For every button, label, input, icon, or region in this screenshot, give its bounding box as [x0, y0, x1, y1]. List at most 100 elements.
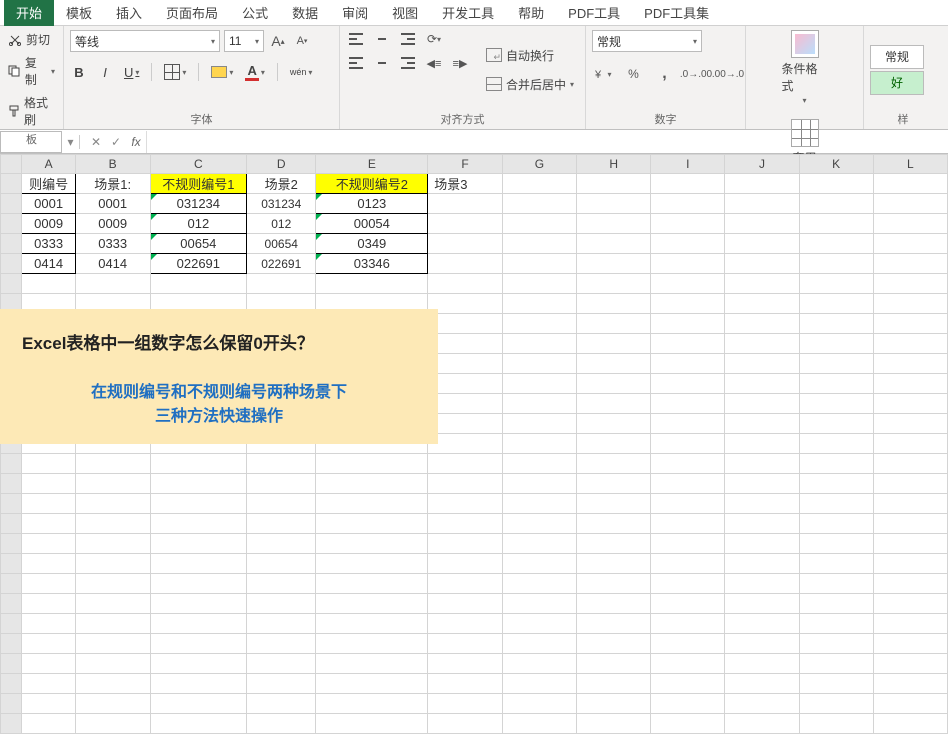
- cell[interactable]: [651, 354, 725, 374]
- cell[interactable]: [873, 714, 947, 734]
- cell[interactable]: [799, 214, 873, 234]
- cell[interactable]: 场景1:: [75, 174, 150, 194]
- row-header[interactable]: [1, 514, 22, 534]
- cell[interactable]: [150, 534, 247, 554]
- cell[interactable]: [247, 534, 316, 554]
- cell[interactable]: [22, 614, 75, 634]
- cell[interactable]: [799, 274, 873, 294]
- cell[interactable]: [651, 394, 725, 414]
- cell[interactable]: [150, 714, 247, 734]
- cell[interactable]: [75, 714, 150, 734]
- cell[interactable]: [725, 494, 799, 514]
- cell[interactable]: [22, 634, 75, 654]
- cell[interactable]: [651, 294, 725, 314]
- tab-insert[interactable]: 插入: [104, 0, 154, 26]
- cell[interactable]: [502, 614, 576, 634]
- cell[interactable]: [577, 394, 651, 414]
- fx-label[interactable]: fx: [126, 135, 146, 149]
- row-header[interactable]: [1, 714, 22, 734]
- cell[interactable]: [428, 614, 503, 634]
- cell[interactable]: [873, 254, 947, 274]
- cell[interactable]: [428, 634, 503, 654]
- increase-font-icon[interactable]: A▴: [268, 31, 288, 51]
- col-header-I[interactable]: I: [651, 155, 725, 174]
- cell[interactable]: [502, 354, 576, 374]
- cell[interactable]: [577, 234, 651, 254]
- cell[interactable]: [725, 454, 799, 474]
- cell[interactable]: [247, 454, 316, 474]
- cell[interactable]: [75, 594, 150, 614]
- cell[interactable]: [22, 494, 75, 514]
- cell[interactable]: 012: [247, 214, 316, 234]
- comma-button[interactable]: ,: [654, 64, 675, 84]
- cell[interactable]: [577, 714, 651, 734]
- cell[interactable]: [873, 174, 947, 194]
- cell[interactable]: [502, 234, 576, 254]
- cell[interactable]: [577, 334, 651, 354]
- name-box-drop[interactable]: ▾: [66, 135, 80, 149]
- cell[interactable]: [577, 694, 651, 714]
- decrease-indent-button[interactable]: ◀≡: [424, 54, 444, 72]
- cell[interactable]: [150, 514, 247, 534]
- cell[interactable]: [799, 694, 873, 714]
- cell[interactable]: [316, 534, 428, 554]
- cell[interactable]: [502, 194, 576, 214]
- cell[interactable]: [75, 274, 150, 294]
- cell[interactable]: [22, 694, 75, 714]
- cell[interactable]: [502, 454, 576, 474]
- cell[interactable]: [150, 454, 247, 474]
- cell[interactable]: [799, 534, 873, 554]
- cell[interactable]: [502, 174, 576, 194]
- cell[interactable]: [799, 634, 873, 654]
- cell[interactable]: [502, 414, 576, 434]
- align-middle-button[interactable]: [372, 30, 392, 48]
- align-top-button[interactable]: [346, 30, 366, 48]
- cell[interactable]: [577, 374, 651, 394]
- cell[interactable]: [651, 494, 725, 514]
- cell[interactable]: [799, 594, 873, 614]
- cell[interactable]: [799, 234, 873, 254]
- cell[interactable]: [725, 214, 799, 234]
- cell[interactable]: [502, 494, 576, 514]
- cell[interactable]: 0333: [22, 234, 75, 254]
- cell[interactable]: [150, 574, 247, 594]
- col-header-K[interactable]: K: [799, 155, 873, 174]
- cell[interactable]: 0009: [75, 214, 150, 234]
- cell[interactable]: [577, 174, 651, 194]
- cell[interactable]: [22, 594, 75, 614]
- cell[interactable]: [316, 634, 428, 654]
- cell[interactable]: [651, 634, 725, 654]
- cell[interactable]: [873, 274, 947, 294]
- cell[interactable]: 0001: [22, 194, 75, 214]
- cell[interactable]: [428, 274, 503, 294]
- cell[interactable]: [725, 694, 799, 714]
- cell[interactable]: [247, 274, 316, 294]
- cell[interactable]: [725, 534, 799, 554]
- cell[interactable]: [247, 574, 316, 594]
- cell[interactable]: [316, 274, 428, 294]
- cell[interactable]: [725, 374, 799, 394]
- cell[interactable]: 022691: [150, 254, 247, 274]
- cell[interactable]: [725, 574, 799, 594]
- cell[interactable]: 00654: [150, 234, 247, 254]
- cell[interactable]: [577, 534, 651, 554]
- cell[interactable]: [799, 174, 873, 194]
- cell[interactable]: [651, 574, 725, 594]
- cell[interactable]: [22, 714, 75, 734]
- cell[interactable]: [75, 534, 150, 554]
- cell[interactable]: [316, 554, 428, 574]
- cell[interactable]: [651, 234, 725, 254]
- cell[interactable]: [502, 514, 576, 534]
- cell[interactable]: [577, 454, 651, 474]
- cell[interactable]: [725, 334, 799, 354]
- cell[interactable]: [873, 394, 947, 414]
- cell[interactable]: [22, 574, 75, 594]
- cell[interactable]: [577, 314, 651, 334]
- cell[interactable]: [651, 314, 725, 334]
- cell[interactable]: [799, 294, 873, 314]
- row-header[interactable]: [1, 234, 22, 254]
- col-header-F[interactable]: F: [428, 155, 503, 174]
- cell[interactable]: 0333: [75, 234, 150, 254]
- cell[interactable]: [799, 514, 873, 534]
- cell[interactable]: [873, 554, 947, 574]
